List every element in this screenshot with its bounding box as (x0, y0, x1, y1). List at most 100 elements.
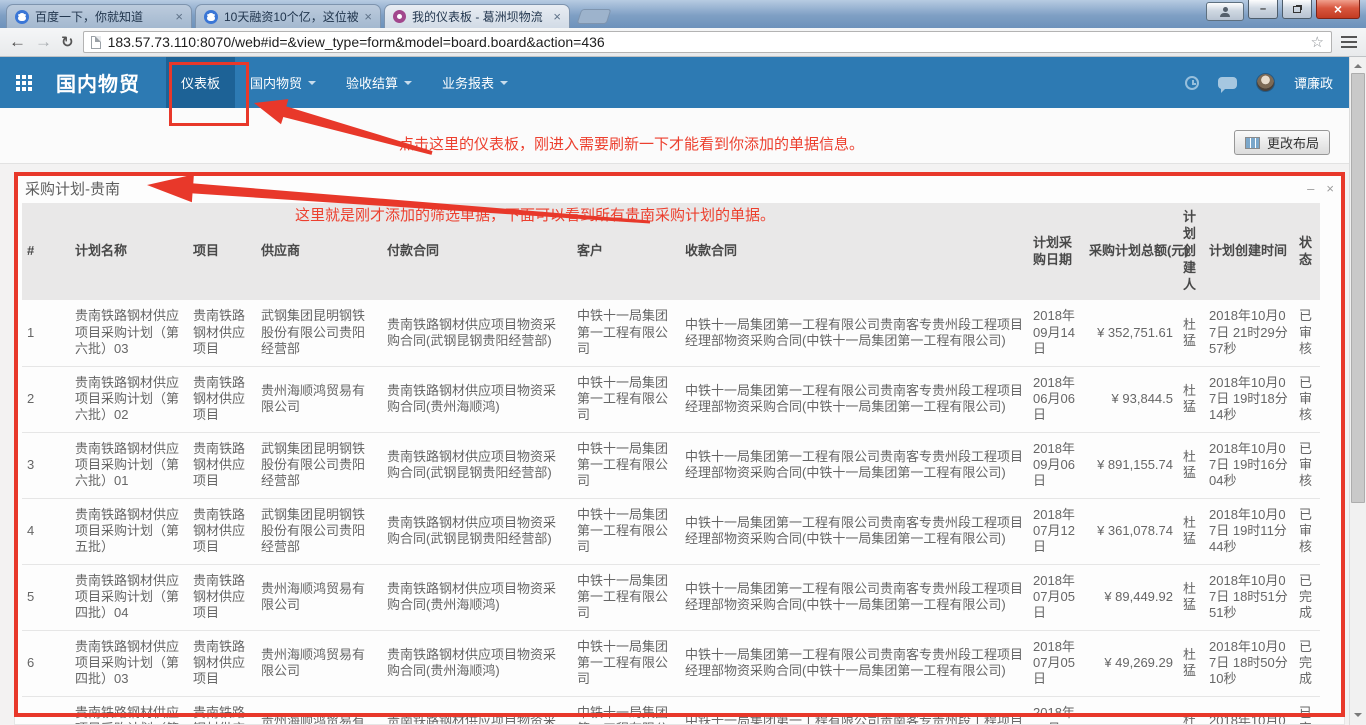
baidu-favicon-icon (15, 10, 29, 24)
table-row[interactable]: 6贵南铁路钢材供应项目采购计划（第四批）03贵南铁路钢材供应项目贵州海顺鸿贸易有… (22, 630, 1320, 696)
table-cell: 已审核 (1294, 498, 1320, 564)
table-cell: 贵南铁路钢材供应项目 (188, 696, 256, 725)
chevron-down-icon (404, 81, 412, 89)
table-cell: ¥ 207,297.03 (1084, 696, 1178, 725)
avatar[interactable] (1256, 73, 1275, 92)
new-tab-button[interactable] (577, 9, 612, 24)
table-cell: 中铁十一局集团第一工程有限公司 (572, 498, 680, 564)
change-layout-button[interactable]: 更改布局 (1234, 130, 1330, 155)
menu-label: 仪表板 (181, 73, 220, 92)
scrollbar-thumb[interactable] (1351, 73, 1365, 503)
menu-label: 业务报表 (442, 73, 494, 92)
table-cell: ¥ 93,844.5 (1084, 366, 1178, 432)
table-cell: 杜猛 (1178, 564, 1204, 630)
table-cell: ¥ 352,751.61 (1084, 300, 1178, 366)
bookmark-star-icon[interactable] (1311, 33, 1324, 52)
table-cell: 中铁十一局集团第一工程有限公司贵南客专贵州段工程项目经理部物资采购合同(中铁十一… (680, 432, 1028, 498)
table-cell: 武钢集团昆明钢铁股份有限公司贵阳经营部 (256, 300, 382, 366)
back-button[interactable] (9, 32, 26, 52)
table-cell: 2018年10月07日 19时16分04秒 (1204, 432, 1294, 498)
table-cell: 贵南铁路钢材供应项目物资采购合同(贵州海顺鸿) (382, 366, 572, 432)
apps-grid-icon[interactable] (16, 75, 32, 91)
table-cell: ¥ 891,155.74 (1084, 432, 1178, 498)
table-cell: 贵南铁路钢材供应项目物资采购合同(贵州海顺鸿) (382, 696, 572, 725)
table-row[interactable]: 3贵南铁路钢材供应项目采购计划（第六批）01贵南铁路钢材供应项目武钢集团昆明钢铁… (22, 432, 1320, 498)
table-cell: 2018年07月05日 (1028, 630, 1084, 696)
table-cell: 武钢集团昆明钢铁股份有限公司贵阳经营部 (256, 432, 382, 498)
table-cell: 6 (22, 630, 70, 696)
table-cell: 贵南铁路钢材供应项目物资采购合同(武钢昆钢贵阳经营部) (382, 498, 572, 564)
person-icon (1220, 7, 1230, 17)
browser-tab-dashboard-active[interactable]: 我的仪表板 - 葛洲坝物流 (384, 4, 570, 28)
clock-icon[interactable] (1185, 76, 1199, 90)
table-cell: 已审核 (1294, 432, 1320, 498)
change-layout-label: 更改布局 (1267, 133, 1319, 152)
scroll-up-arrow-icon[interactable] (1354, 60, 1362, 68)
tab-close-icon[interactable] (175, 10, 183, 23)
table-cell: 2018年07月05日 (1028, 564, 1084, 630)
browser-tab-news[interactable]: 10天融资10个亿，这位被 (195, 4, 381, 28)
table-cell: 4 (22, 498, 70, 564)
menu-item-dashboard[interactable]: 仪表板 (166, 57, 235, 108)
browser-toolbar: 183.57.73.110:8070/web#id=&view_type=for… (0, 28, 1366, 57)
tab-close-icon[interactable] (553, 10, 561, 23)
browser-profile-button[interactable] (1206, 2, 1244, 21)
browser-tab-baidu-home[interactable]: 百度一下，你就知道 (6, 4, 192, 28)
table-cell: 已审核 (1294, 300, 1320, 366)
table-row[interactable]: 4贵南铁路钢材供应项目采购计划（第五批）贵南铁路钢材供应项目武钢集团昆明钢铁股份… (22, 498, 1320, 564)
layout-columns-icon (1245, 137, 1260, 149)
page-scrollbar[interactable] (1349, 57, 1366, 725)
refresh-button[interactable] (61, 33, 74, 52)
address-bar[interactable]: 183.57.73.110:8070/web#id=&view_type=for… (83, 31, 1332, 53)
table-row[interactable]: 2贵南铁路钢材供应项目采购计划（第六批）02贵南铁路钢材供应项目贵州海顺鸿贸易有… (22, 366, 1320, 432)
table-cell: 贵南铁路钢材供应项目采购计划（第四批）04 (70, 564, 188, 630)
window-close-button[interactable] (1316, 0, 1360, 19)
chat-icon[interactable] (1218, 77, 1237, 89)
column-header[interactable]: 计划采购日期 (1028, 203, 1084, 300)
column-header[interactable]: # (22, 203, 70, 300)
table-cell: 7 (22, 696, 70, 725)
table-row[interactable]: 1贵南铁路钢材供应项目采购计划（第六批）03贵南铁路钢材供应项目武钢集团昆明钢铁… (22, 300, 1320, 366)
window-minimize-button[interactable] (1248, 0, 1278, 19)
page-icon (91, 36, 101, 49)
app-menu: 仪表板 国内物贸 验收结算 业务报表 (166, 57, 523, 108)
panel-close-icon[interactable]: × (1326, 182, 1334, 195)
app-brand[interactable]: 国内物贸 (56, 68, 140, 97)
panel-minimize-icon[interactable]: – (1307, 182, 1314, 195)
table-cell: 贵南铁路钢材供应项目采购计划（第四批）03 (70, 630, 188, 696)
column-header[interactable]: 计划创建时间 (1204, 203, 1294, 300)
menu-item-business-reports[interactable]: 业务报表 (427, 57, 523, 108)
url-text[interactable]: 183.57.73.110:8070/web#id=&view_type=for… (108, 34, 1304, 50)
table-cell: 贵南铁路钢材供应项目 (188, 432, 256, 498)
panel-title: 采购计划-贵南 (25, 178, 120, 199)
table-cell: 贵南铁路钢材供应项目 (188, 366, 256, 432)
table-cell: 贵南铁路钢材供应项目物资采购合同(武钢昆钢贵阳经营部) (382, 432, 572, 498)
annotation-note-2: 这里就是刚才添加的筛选单据，下面可以看到所有贵南采购计划的单据。 (295, 204, 775, 225)
table-cell: 贵南铁路钢材供应项目 (188, 564, 256, 630)
menu-item-acceptance-settlement[interactable]: 验收结算 (331, 57, 427, 108)
panel-header: 采购计划-贵南 – × (15, 173, 1344, 203)
table-cell: 2018年10月07日 19时11分44秒 (1204, 498, 1294, 564)
table-cell: 贵州海顺鸿贸易有限公司 (256, 696, 382, 725)
column-header[interactable]: 计划名称 (70, 203, 188, 300)
column-header[interactable]: 项目 (188, 203, 256, 300)
scroll-down-arrow-icon[interactable] (1354, 713, 1362, 721)
menu-item-domestic-trade[interactable]: 国内物贸 (235, 57, 331, 108)
column-header[interactable]: 状态 (1294, 203, 1320, 300)
window-maximize-button[interactable] (1282, 0, 1312, 19)
table-cell: 贵南铁路钢材供应项目采购计划（第五批） (70, 498, 188, 564)
table-cell: 杜猛 (1178, 498, 1204, 564)
forward-button[interactable] (35, 32, 52, 52)
tab-close-icon[interactable] (364, 10, 372, 23)
table-row[interactable]: 7贵南铁路钢材供应项目采购计划（第四批）贵南铁路钢材供应项目贵州海顺鸿贸易有限公… (22, 696, 1320, 725)
table-cell: 贵南铁路钢材供应项目采购计划（第六批）03 (70, 300, 188, 366)
table-cell: ¥ 361,078.74 (1084, 498, 1178, 564)
table-cell: 1 (22, 300, 70, 366)
table-row[interactable]: 5贵南铁路钢材供应项目采购计划（第四批）04贵南铁路钢材供应项目贵州海顺鸿贸易有… (22, 564, 1320, 630)
baidu-favicon-icon (204, 10, 218, 24)
table-cell: 杜猛 (1178, 432, 1204, 498)
column-header[interactable]: 采购计划总额(元) (1084, 203, 1178, 300)
odoo-favicon-icon (393, 10, 406, 23)
user-name[interactable]: 谭廉政 (1294, 73, 1333, 92)
browser-menu-icon[interactable] (1341, 36, 1357, 48)
